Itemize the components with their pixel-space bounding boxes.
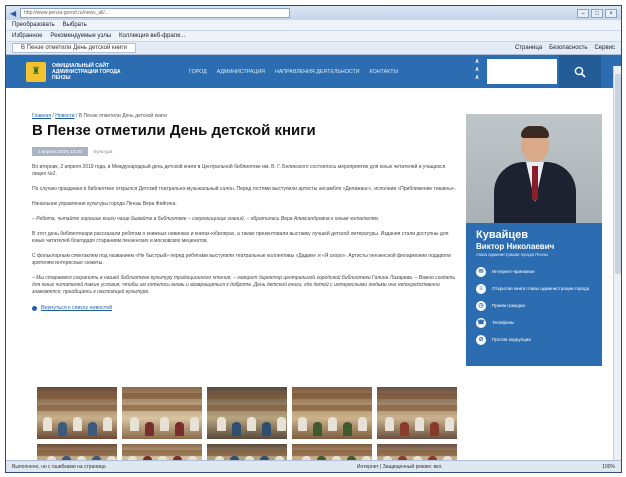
zoom-level[interactable]: 100% <box>602 464 615 470</box>
sidebar-item-label: Против коррупции <box>492 337 531 342</box>
gallery-photo[interactable] <box>37 387 117 439</box>
photo-gallery <box>37 387 457 468</box>
article-paragraph: С фольклорным спектаклем под названием «… <box>32 253 451 266</box>
menu-item-select[interactable]: Выбрать <box>63 22 87 28</box>
sidebar-mayor: Кувайцев Виктор Николаевич глава админис… <box>466 114 602 366</box>
sidebar-item-phones[interactable]: ☎ Телефоны <box>476 314 592 331</box>
phone-icon: ☎ <box>476 317 486 328</box>
web-slice-link[interactable]: Коллекция веб-фрагм... <box>119 33 185 39</box>
sidebar-item-reception[interactable]: ◷ Прием граждан <box>476 297 592 314</box>
mayor-profile: Кувайцев Виктор Николаевич глава админис… <box>466 223 602 366</box>
document-icon: ≡ <box>476 283 486 294</box>
mayor-photo <box>466 114 602 223</box>
category-tag[interactable]: Культура <box>94 149 113 154</box>
date-badge: 2 апреля 2019, 10:16 <box>32 147 88 156</box>
address-field[interactable]: http://www.penza-gorod.ru/news_all/... <box>20 8 291 18</box>
site-header: ♜ Официальный сайт администрации города … <box>6 55 621 88</box>
article-quote: – Мы стараемся сохранить в нашей библиот… <box>32 275 456 295</box>
article-quote: – Ребята, читайте хорошие книги чаще быв… <box>32 216 380 222</box>
sidebar-item-open-book[interactable]: ≡ Открытая книга главы администрации гор… <box>476 280 592 297</box>
scrollbar-thumb[interactable] <box>615 74 621 274</box>
main-nav: Город Администрация Направления деятельн… <box>189 69 398 75</box>
suggested-sites-link[interactable]: Рекомендуемые узлы <box>50 33 111 39</box>
gallery-photo[interactable] <box>292 387 372 439</box>
nav-item-activities[interactable]: Направления деятельности <box>275 69 360 75</box>
command-bar: Преобразовать Выбрать <box>6 20 621 31</box>
article-paragraph: Начальник управления культуры города Пен… <box>32 201 177 207</box>
mayor-name: Виктор Николаевич <box>476 242 555 251</box>
site-name[interactable]: Официальный сайт администрации города Пе… <box>52 63 134 81</box>
toolbar-tools: Страница Безопасность Сервис <box>515 45 615 51</box>
font-size-switcher: А А А <box>473 58 481 82</box>
breadcrumb-home[interactable]: Главная <box>32 113 51 119</box>
font-size-medium[interactable]: А <box>473 66 481 74</box>
mayor-links: ✉ Интернет-приемная ≡ Открытая книга гла… <box>476 263 592 348</box>
breadcrumb-news[interactable]: Новости <box>55 113 74 119</box>
gallery-photo[interactable] <box>122 387 202 439</box>
tab-bar: В Пензе отметили День детской книги Стра… <box>6 42 621 55</box>
back-to-news-label: Вернуться к списку новостей <box>41 305 113 311</box>
search-input[interactable] <box>487 59 557 84</box>
gallery-photo[interactable] <box>377 387 457 439</box>
arrow-back-icon <box>32 305 37 311</box>
sidebar-item-label: Телефоны <box>492 320 515 325</box>
font-size-small[interactable]: А <box>473 58 481 66</box>
nav-item-city[interactable]: Город <box>189 69 207 75</box>
security-zone: Интернет | Защищенный режим: вкл. <box>356 463 443 470</box>
mayor-surname: Кувайцев <box>476 229 528 241</box>
no-corruption-icon: ⊘ <box>476 334 486 345</box>
window-controls: – □ × <box>577 8 617 18</box>
article-meta: 2 апреля 2019, 10:16 Культура <box>32 147 460 156</box>
city-crest-icon[interactable]: ♜ <box>26 61 46 82</box>
nav-item-administration[interactable]: Администрация <box>217 69 265 75</box>
article: Главная / Новости / В Пензе отметили Ден… <box>32 109 460 311</box>
status-bar: Выполнено, но с ошибками на странице. Ин… <box>6 460 621 472</box>
sidebar-item-label: Открытая книга главы администрации город… <box>492 286 590 291</box>
search-button[interactable] <box>559 55 601 88</box>
favorites-bar: Избранное Рекомендуемые узлы Коллекция в… <box>6 31 621 42</box>
nav-item-contacts[interactable]: Контакты <box>370 69 399 75</box>
gallery-photo[interactable] <box>207 387 287 439</box>
breadcrumb-current: В Пензе отметили День детской книги <box>78 113 167 119</box>
tab-current-page[interactable]: В Пензе отметили День детской книги <box>12 43 136 53</box>
article-paragraph: По случаю праздника в библиотеке открылс… <box>32 186 456 192</box>
sidebar-item-label: Интернет-приемная <box>492 269 535 274</box>
close-icon[interactable]: × <box>605 8 617 18</box>
article-paragraph: В этот день библиотекари рассказали ребя… <box>32 231 449 244</box>
address-bar-row: ◀ http://www.penza-gorod.ru/news_all/...… <box>6 6 621 20</box>
breadcrumb: Главная / Новости / В Пензе отметили Ден… <box>32 113 167 119</box>
status-text: Выполнено, но с ошибками на странице. <box>12 463 107 470</box>
sidebar-item-label: Прием граждан <box>492 303 526 308</box>
safety-menu[interactable]: Безопасность <box>549 45 587 51</box>
search-icon <box>574 66 586 78</box>
sidebar-item-internet-reception[interactable]: ✉ Интернет-приемная <box>476 263 592 280</box>
calendar-icon: ◷ <box>476 300 486 311</box>
mayor-role: глава администрации города Пензы <box>476 252 549 257</box>
back-to-news-link[interactable]: Вернуться к списку новостей <box>32 305 460 311</box>
chat-icon: ✉ <box>476 266 486 277</box>
browser-window: ◀ http://www.penza-gorod.ru/news_all/...… <box>5 5 622 473</box>
favorites-button[interactable]: Избранное <box>12 33 42 39</box>
back-icon[interactable]: ◀ <box>10 9 16 18</box>
menu-item-convert[interactable]: Преобразовать <box>12 22 55 28</box>
page-menu[interactable]: Страница <box>515 45 542 51</box>
page-scrollbar[interactable] <box>613 66 621 461</box>
minimize-icon[interactable]: – <box>577 8 589 18</box>
sidebar-item-anticorruption[interactable]: ⊘ Против коррупции <box>476 331 592 348</box>
maximize-icon[interactable]: □ <box>591 8 603 18</box>
font-size-large[interactable]: А <box>473 74 481 82</box>
tools-menu[interactable]: Сервис <box>594 45 615 51</box>
page-title: В Пензе отметили День детской книги <box>32 122 316 139</box>
article-paragraph: Во вторник, 2 апреля 2019 года, в Междун… <box>32 164 446 177</box>
